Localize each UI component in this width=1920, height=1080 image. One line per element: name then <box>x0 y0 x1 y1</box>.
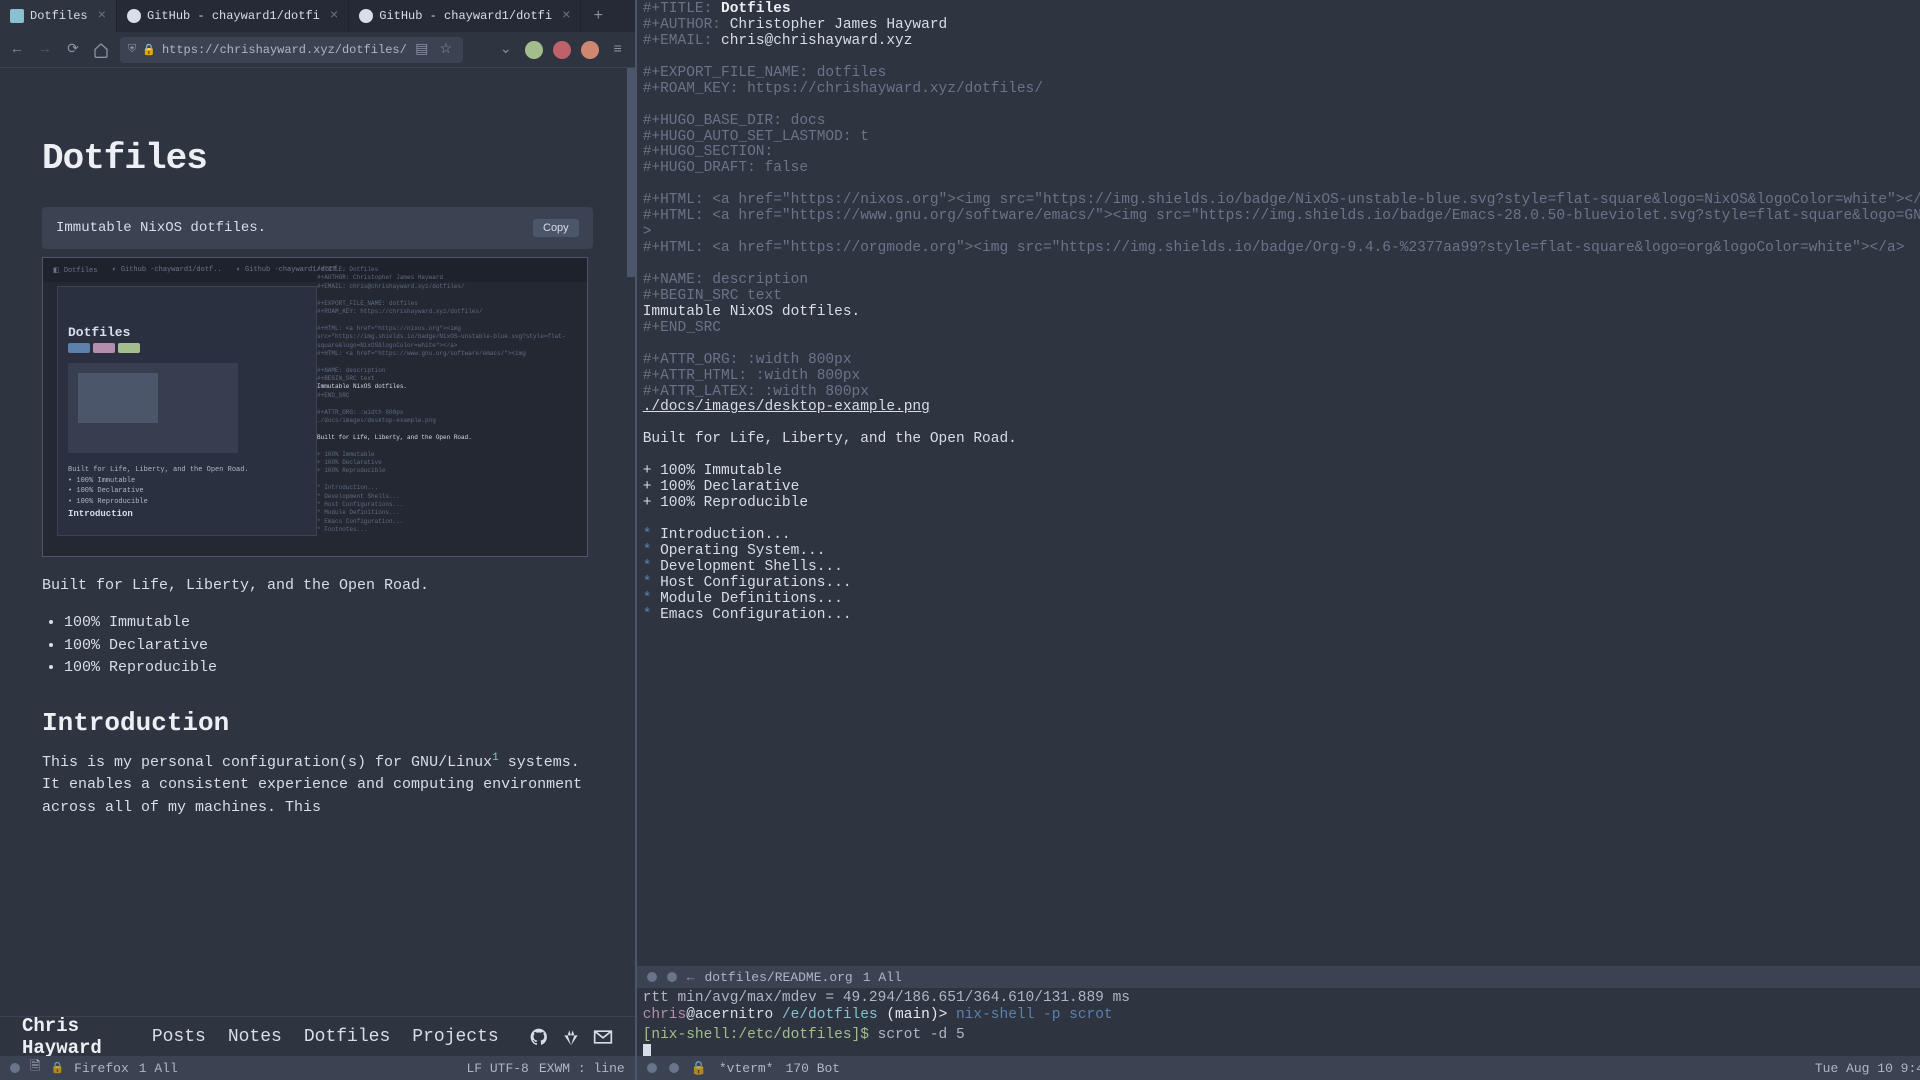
emacs-pane: #+TITLE: Dotfiles #+AUTHOR: Christopher … <box>637 0 1920 1080</box>
section-heading: Introduction <box>42 708 593 738</box>
buffer-name: *vterm* <box>719 1061 774 1076</box>
file-icon: 🗎 <box>30 1057 40 1079</box>
copy-button[interactable]: Copy <box>533 219 579 237</box>
firefox-pane: Dotfiles × GitHub - chayward1/dotfi × Gi… <box>0 0 637 1080</box>
buffer-position: 1 All <box>863 970 902 985</box>
extension-icon[interactable] <box>581 41 599 59</box>
github-icon <box>359 9 373 23</box>
github-icon[interactable] <box>529 1027 549 1047</box>
lock-icon: 🔒 <box>50 1061 64 1075</box>
terminal-prompt-line: [nix-shell:/etc/dotfiles]$ scrot -d 5 <box>643 1027 1920 1044</box>
buffer-name: Firefox <box>74 1061 129 1076</box>
bookmark-icon[interactable]: ☆ <box>437 41 455 59</box>
extension-icon[interactable] <box>525 41 543 59</box>
status-dot-icon <box>647 1063 657 1073</box>
scrollbar[interactable] <box>627 68 635 277</box>
encoding: LF UTF-8 <box>466 1061 528 1076</box>
status-dot-icon <box>647 972 657 982</box>
nav-link-posts[interactable]: Posts <box>152 1027 206 1047</box>
list-item: 100% Immutable <box>64 612 593 635</box>
lock-icon: 🔒 <box>142 43 156 57</box>
code-block: Immutable NixOS dotfiles. Copy <box>42 207 593 249</box>
forward-icon[interactable]: → <box>36 41 54 59</box>
gitlab-icon[interactable] <box>561 1027 581 1047</box>
prompt-branch: (main)> <box>886 1007 947 1023</box>
prompt-host: acernitro <box>695 1007 773 1023</box>
editor-buffer[interactable]: #+TITLE: Dotfiles #+AUTHOR: Christopher … <box>637 0 1920 966</box>
feature-list: 100% Immutable 100% Declarative 100% Rep… <box>42 612 593 680</box>
terminal-prompt-line: chris@acernitro /e/dotfiles (main)> nix-… <box>643 1007 1920 1024</box>
browser-tabstrip: Dotfiles × GitHub - chayward1/dotfi × Gi… <box>0 0 635 32</box>
pocket-icon[interactable]: ⌄ <box>497 41 515 59</box>
command: scrot -d 5 <box>878 1027 965 1043</box>
buffer-file: dotfiles/README.org <box>705 970 853 985</box>
intro-paragraph: This is my personal configuration(s) for… <box>42 750 593 820</box>
reload-icon[interactable]: ⟳ <box>64 41 82 59</box>
vterm-modeline: 🔒 *vterm* 170 Bot Tue Aug 10 9:45AM 0.31… <box>637 1056 1920 1080</box>
browser-tab-2[interactable]: GitHub - chayward1/dotfi × <box>117 0 349 32</box>
back-icon: ← <box>687 970 695 985</box>
command-arg: -p scrot <box>1043 1007 1113 1023</box>
close-icon[interactable]: × <box>562 8 570 24</box>
home-icon[interactable] <box>92 41 110 59</box>
browser-toolbar: ← → ⟳ ⛨ 🔒 https://chrishayward.xyz/dotfi… <box>0 32 635 68</box>
status-dot-icon <box>669 1063 679 1073</box>
left-modeline: 🗎 🔒 Firefox 1 All LF UTF-8 EXWM : line <box>0 1056 635 1080</box>
browser-tab-3[interactable]: GitHub - chayward1/dotfi × <box>349 0 581 32</box>
shell-prompt: [nix-shell:/etc/dotfiles]$ <box>643 1027 869 1043</box>
lock-icon: 🔒 <box>691 1061 707 1076</box>
desktop-screenshot-image: ◧ Dotfiles◐ Github -chayward1/dotf..◐ Gi… <box>42 257 588 557</box>
buffer-position: 170 Bot <box>785 1061 840 1076</box>
mail-icon[interactable] <box>593 1027 613 1047</box>
close-icon[interactable]: × <box>330 8 338 24</box>
intro-text: This is my personal configuration(s) for… <box>42 754 492 771</box>
terminal-output: rtt min/avg/max/mdev = 49.294/186.651/36… <box>643 990 1920 1007</box>
close-icon[interactable]: × <box>98 8 106 24</box>
list-item: 100% Reproducible <box>64 657 593 680</box>
code-text: Immutable NixOS dotfiles. <box>56 220 266 236</box>
url-text: https://chrishayward.xyz/dotfiles/ <box>162 43 407 57</box>
datetime: Tue Aug 10 9:45AM <box>1815 1061 1920 1076</box>
prompt-user: chris <box>643 1007 687 1023</box>
new-tab-button[interactable]: + <box>581 0 615 32</box>
browser-tab-1[interactable]: Dotfiles × <box>0 0 117 32</box>
major-mode: EXWM : line <box>539 1061 625 1076</box>
back-icon[interactable]: ← <box>8 41 26 59</box>
page-title: Dotfiles <box>42 138 593 179</box>
nav-link-dotfiles[interactable]: Dotfiles <box>304 1027 390 1047</box>
tab-title: GitHub - chayward1/dotfi <box>147 9 320 23</box>
editor-modeline: ← dotfiles/README.org 1 All LF UTF-8 Org… <box>637 966 1920 988</box>
favicon-icon <box>10 9 24 23</box>
shield-icon[interactable]: ⛨ <box>128 44 136 56</box>
status-dot-icon <box>10 1063 20 1073</box>
nav-link-notes[interactable]: Notes <box>228 1027 282 1047</box>
page-content: Dotfiles Immutable NixOS dotfiles. Copy … <box>0 68 635 819</box>
prompt-path: /e/dotfiles <box>782 1007 878 1023</box>
footnote-link[interactable]: 1 <box>492 752 499 764</box>
menu-icon[interactable]: ≡ <box>609 41 627 59</box>
buffer-position: 1 All <box>139 1061 178 1076</box>
tagline: Built for Life, Liberty, and the Open Ro… <box>42 577 593 594</box>
tab-title: Dotfiles <box>30 9 88 23</box>
url-bar[interactable]: ⛨ 🔒 https://chrishayward.xyz/dotfiles/ ▤… <box>120 37 463 63</box>
status-dot-icon <box>667 972 677 982</box>
site-nav: Chris Hayward Posts Notes Dotfiles Proje… <box>0 1016 635 1056</box>
page-viewport: Dotfiles Immutable NixOS dotfiles. Copy … <box>0 68 635 1016</box>
nav-link-projects[interactable]: Projects <box>412 1027 498 1047</box>
command: nix-shell <box>956 1007 1034 1023</box>
ublock-icon[interactable] <box>553 41 571 59</box>
reader-icon[interactable]: ▤ <box>413 41 431 59</box>
list-item: 100% Declarative <box>64 635 593 658</box>
vterm-buffer[interactable]: rtt min/avg/max/mdev = 49.294/186.651/36… <box>637 988 1920 1056</box>
brand[interactable]: Chris Hayward <box>22 1015 102 1059</box>
nav-links: Posts Notes Dotfiles Projects <box>152 1027 499 1047</box>
github-icon <box>127 9 141 23</box>
tab-title: GitHub - chayward1/dotfi <box>379 9 552 23</box>
